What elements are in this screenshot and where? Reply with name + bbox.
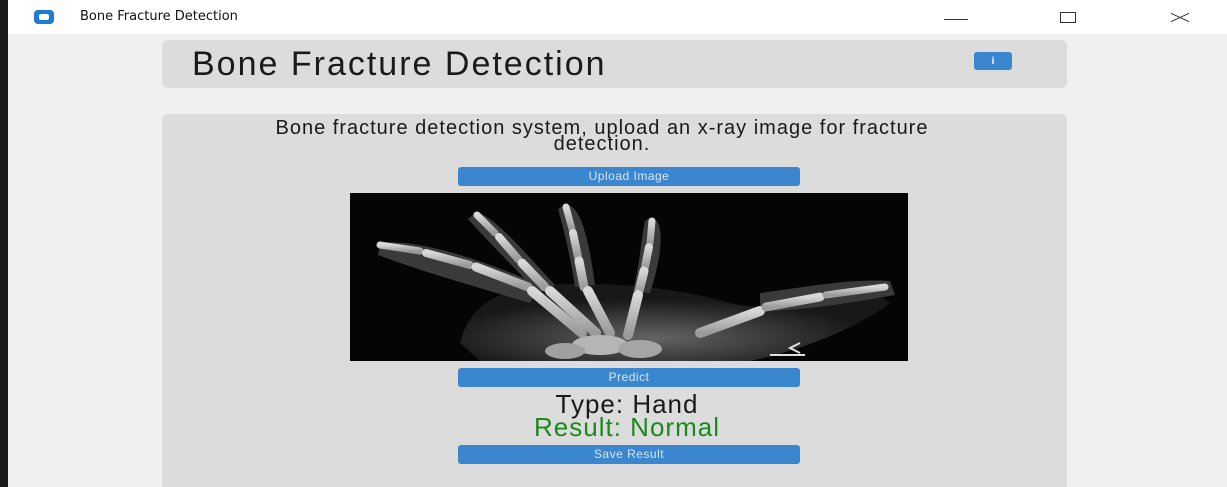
close-icon xyxy=(1171,10,1189,24)
minimize-icon xyxy=(944,18,968,20)
maximize-icon xyxy=(1060,11,1076,23)
close-button[interactable] xyxy=(1150,0,1210,34)
xray-image xyxy=(350,193,908,361)
hand-xray-graphic xyxy=(376,203,895,361)
app-window-icon xyxy=(34,10,54,24)
main-panel: Bone fracture detection system, upload a… xyxy=(162,114,1067,487)
description-text: Bone fracture detection system, upload a… xyxy=(275,117,929,155)
info-icon: i xyxy=(991,55,995,67)
page-title: Bone Fracture Detection xyxy=(192,45,607,83)
window-title: Bone Fracture Detection xyxy=(80,9,238,24)
maximize-button[interactable] xyxy=(1038,0,1098,34)
app-window: Bone Fracture Detection Bone Fracture De… xyxy=(0,0,1227,487)
result-label: Result: Normal xyxy=(534,412,720,442)
upload-image-button[interactable]: Upload Image xyxy=(458,167,800,186)
info-button[interactable]: i xyxy=(974,52,1012,70)
predict-button[interactable]: Predict xyxy=(458,368,800,387)
header-card: Bone Fracture Detection i xyxy=(162,40,1067,88)
title-bar[interactable]: Bone Fracture Detection xyxy=(8,0,1227,34)
minimize-button[interactable] xyxy=(926,0,986,34)
save-result-button[interactable]: Save Result xyxy=(458,445,800,464)
